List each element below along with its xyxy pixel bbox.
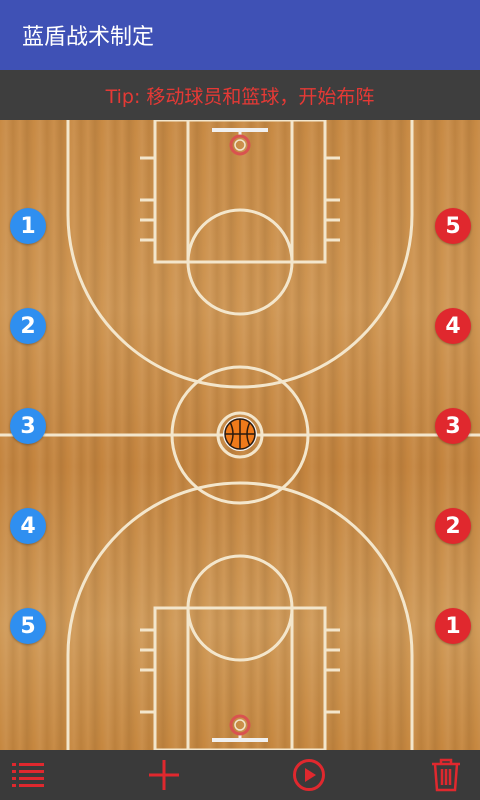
red-player-4[interactable]: 4 [435, 308, 471, 344]
red-player-2[interactable]: 2 [435, 508, 471, 544]
app-bar: 蓝盾战术制定 [0, 0, 480, 70]
red-player-3[interactable]: 3 [435, 408, 471, 444]
blue-player-2[interactable]: 2 [10, 308, 46, 344]
bottom-toolbar [0, 750, 480, 800]
tip-text: Tip: 移动球员和篮球，开始布阵 [105, 85, 375, 108]
blue-player-1[interactable]: 1 [10, 208, 46, 244]
top-hoop [212, 128, 268, 156]
trash-icon[interactable] [428, 757, 464, 793]
basketball-icon[interactable] [222, 416, 258, 452]
menu-icon[interactable] [10, 757, 46, 793]
app-title: 蓝盾战术制定 [22, 25, 155, 50]
add-icon[interactable] [146, 757, 182, 793]
blue-player-4[interactable]: 4 [10, 508, 46, 544]
blue-player-3[interactable]: 3 [10, 408, 46, 444]
blue-player-5[interactable]: 5 [10, 608, 46, 644]
red-player-1[interactable]: 1 [435, 608, 471, 644]
red-player-5[interactable]: 5 [435, 208, 471, 244]
play-icon[interactable] [291, 757, 327, 793]
basketball-court: 1 2 3 4 5 5 4 3 2 1 [0, 120, 480, 750]
bottom-hoop [212, 714, 268, 742]
tip-bar: Tip: 移动球员和篮球，开始布阵 [0, 70, 480, 120]
